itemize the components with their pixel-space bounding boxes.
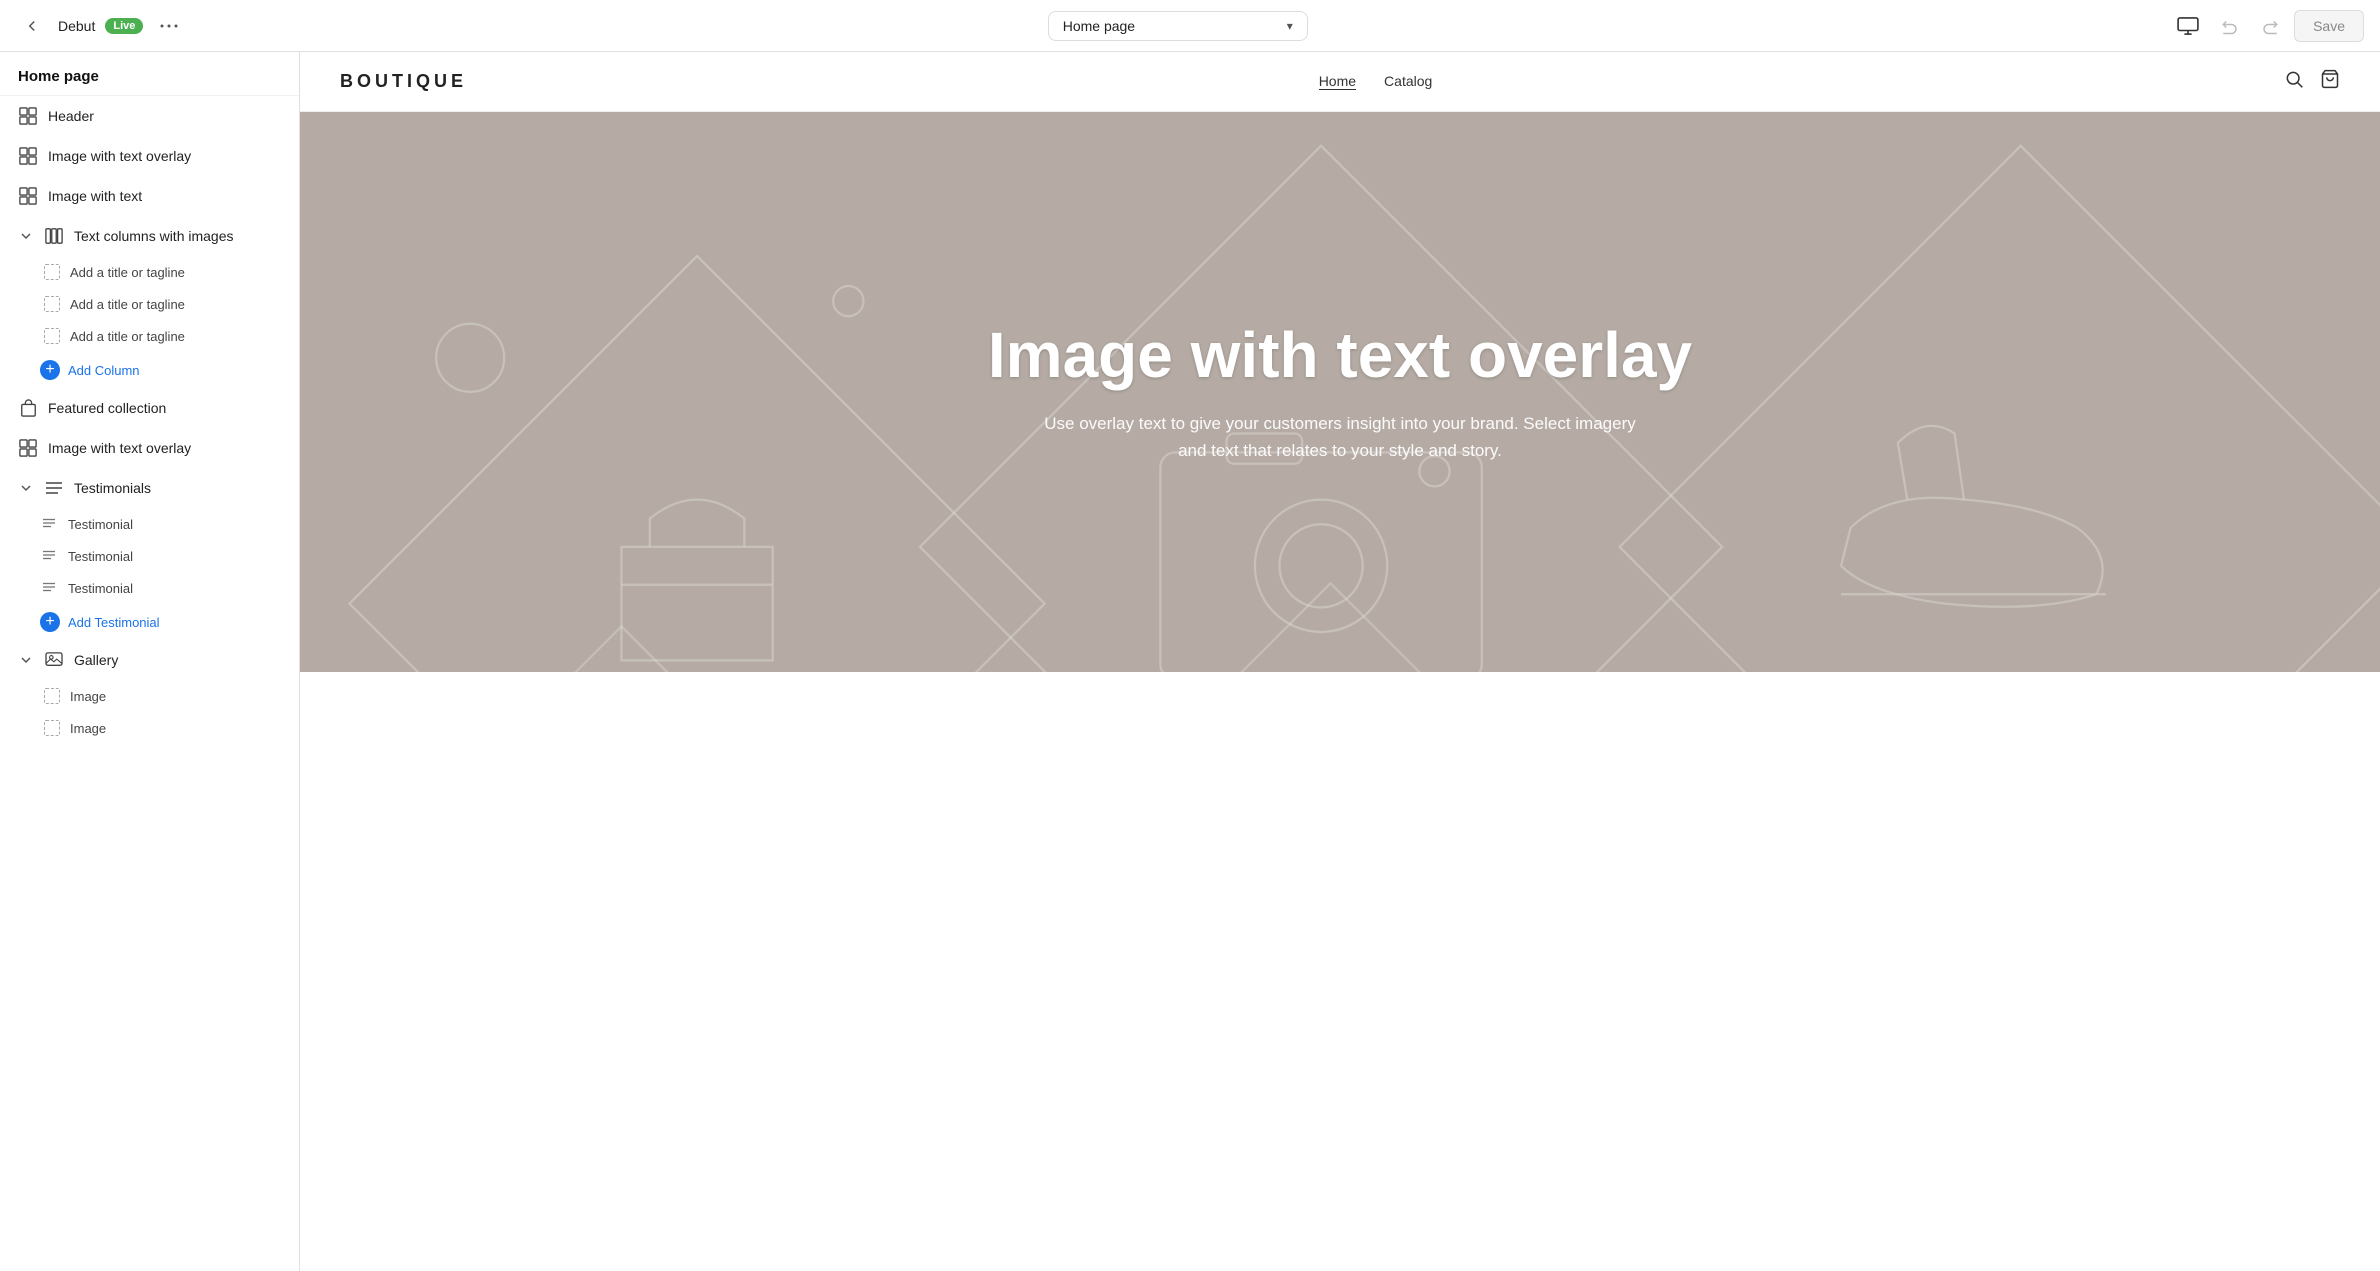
desktop-preview-button[interactable] [2170, 8, 2206, 44]
topbar: Debut Live Home page ▾ Save [0, 0, 2380, 52]
lines-small-icon [42, 516, 58, 532]
store-nav: BOUTIQUE Home Catalog [300, 52, 2380, 112]
sidebar-item-testimonial-1[interactable]: Testimonial [0, 508, 299, 540]
chevron-down-icon: ▾ [1287, 19, 1293, 33]
grid-icon [18, 106, 38, 126]
store-nav-links: Home Catalog [1319, 73, 1433, 90]
sidebar-item-header[interactable]: Header [0, 96, 299, 136]
more-options-button[interactable] [153, 10, 185, 42]
sidebar-image-with-text-label: Image with text [48, 188, 281, 204]
sidebar-item-tagline-1[interactable]: Add a title or tagline [0, 256, 299, 288]
sidebar-item-gallery[interactable]: Gallery [0, 640, 299, 680]
add-testimonial-label: Add Testimonial [68, 615, 160, 630]
sidebar-item-tagline-3[interactable]: Add a title or tagline [0, 320, 299, 352]
sidebar-item-image-text-overlay-2[interactable]: Image with text overlay [0, 428, 299, 468]
sidebar-testimonial-1-label: Testimonial [68, 517, 133, 532]
add-column-label: Add Column [68, 363, 140, 378]
lines-small-icon [42, 548, 58, 564]
hero-title: Image with text overlay [988, 320, 1692, 390]
chevron-down-icon [18, 480, 34, 496]
live-badge: Live [105, 18, 143, 34]
hero-subtitle: Use overlay text to give your customers … [1040, 410, 1640, 464]
sidebar-header-label: Header [48, 108, 281, 124]
sidebar-item-testimonials[interactable]: Testimonials [0, 468, 299, 508]
topbar-left: Debut Live [16, 10, 185, 42]
sidebar-item-gallery-image-1[interactable]: Image [0, 680, 299, 712]
dashed-box-icon [44, 720, 60, 736]
grid-icon [18, 186, 38, 206]
page-selector-label: Home page [1063, 18, 1135, 34]
sidebar-item-testimonial-3[interactable]: Testimonial [0, 572, 299, 604]
cart-icon[interactable] [2320, 69, 2340, 94]
save-button[interactable]: Save [2294, 10, 2364, 42]
sidebar-item-image-text-overlay-1[interactable]: Image with text overlay [0, 136, 299, 176]
sidebar-item-featured-collection[interactable]: Featured collection [0, 388, 299, 428]
dashed-box-icon [44, 296, 60, 312]
sidebar-image-text-overlay-2-label: Image with text overlay [48, 440, 281, 456]
sidebar-gallery-image-1-label: Image [70, 689, 106, 704]
add-testimonial-button[interactable]: + Add Testimonial [0, 604, 299, 640]
store-nav-actions [2284, 69, 2340, 94]
sidebar-image-text-overlay-1-label: Image with text overlay [48, 148, 281, 164]
nav-link-home[interactable]: Home [1319, 73, 1356, 90]
hero-section: Image with text overlay Use overlay text… [300, 112, 2380, 672]
redo-button[interactable] [2254, 10, 2286, 42]
sidebar-tagline-3-label: Add a title or tagline [70, 329, 185, 344]
sidebar-item-image-with-text[interactable]: Image with text [0, 176, 299, 216]
grid-icon [18, 438, 38, 458]
back-button[interactable] [16, 10, 48, 42]
add-circle-icon: + [40, 612, 60, 632]
sidebar-scroll-area: Header Image with text overlay Image wit… [0, 96, 299, 1271]
hero-content: Image with text overlay Use overlay text… [968, 300, 1712, 485]
add-column-button[interactable]: + Add Column [0, 352, 299, 388]
add-circle-icon: + [40, 360, 60, 380]
sidebar-item-testimonial-2[interactable]: Testimonial [0, 540, 299, 572]
sidebar-featured-collection-label: Featured collection [48, 400, 281, 416]
undo-button[interactable] [2214, 10, 2246, 42]
store-name: Debut [58, 18, 95, 34]
sidebar-item-text-columns[interactable]: Text columns with images [0, 216, 299, 256]
sidebar-tagline-2-label: Add a title or tagline [70, 297, 185, 312]
dashed-box-icon [44, 688, 60, 704]
sidebar-item-gallery-image-2[interactable]: Image [0, 712, 299, 744]
search-icon[interactable] [2284, 69, 2304, 94]
sidebar-testimonial-2-label: Testimonial [68, 549, 133, 564]
preview-area: BOUTIQUE Home Catalog [300, 52, 2380, 1271]
lines-small-icon [42, 580, 58, 596]
page-selector[interactable]: Home page ▾ [1048, 11, 1308, 41]
sidebar-text-columns-label: Text columns with images [74, 228, 281, 244]
grid-icon [18, 146, 38, 166]
lines-icon [44, 478, 64, 498]
sidebar-tagline-1-label: Add a title or tagline [70, 265, 185, 280]
sidebar: Home page Header Image with text overlay [0, 52, 300, 1271]
sidebar-header: Home page [0, 52, 299, 96]
nav-link-catalog[interactable]: Catalog [1384, 73, 1432, 90]
main-layout: Home page Header Image with text overlay [0, 52, 2380, 1271]
topbar-center: Home page ▾ [197, 11, 2158, 41]
sidebar-testimonials-label: Testimonials [74, 480, 281, 496]
photo-icon [44, 650, 64, 670]
topbar-right: Save [2170, 8, 2364, 44]
chevron-down-icon [18, 228, 34, 244]
dashed-box-icon [44, 264, 60, 280]
store-preview: BOUTIQUE Home Catalog [300, 52, 2380, 1271]
chevron-down-icon [18, 652, 34, 668]
columns-icon [44, 226, 64, 246]
sidebar-item-tagline-2[interactable]: Add a title or tagline [0, 288, 299, 320]
dashed-box-icon [44, 328, 60, 344]
bag-icon [18, 398, 38, 418]
sidebar-gallery-image-2-label: Image [70, 721, 106, 736]
store-logo: BOUTIQUE [340, 71, 467, 92]
sidebar-testimonial-3-label: Testimonial [68, 581, 133, 596]
preview-frame: BOUTIQUE Home Catalog [300, 52, 2380, 1271]
sidebar-gallery-label: Gallery [74, 652, 281, 668]
